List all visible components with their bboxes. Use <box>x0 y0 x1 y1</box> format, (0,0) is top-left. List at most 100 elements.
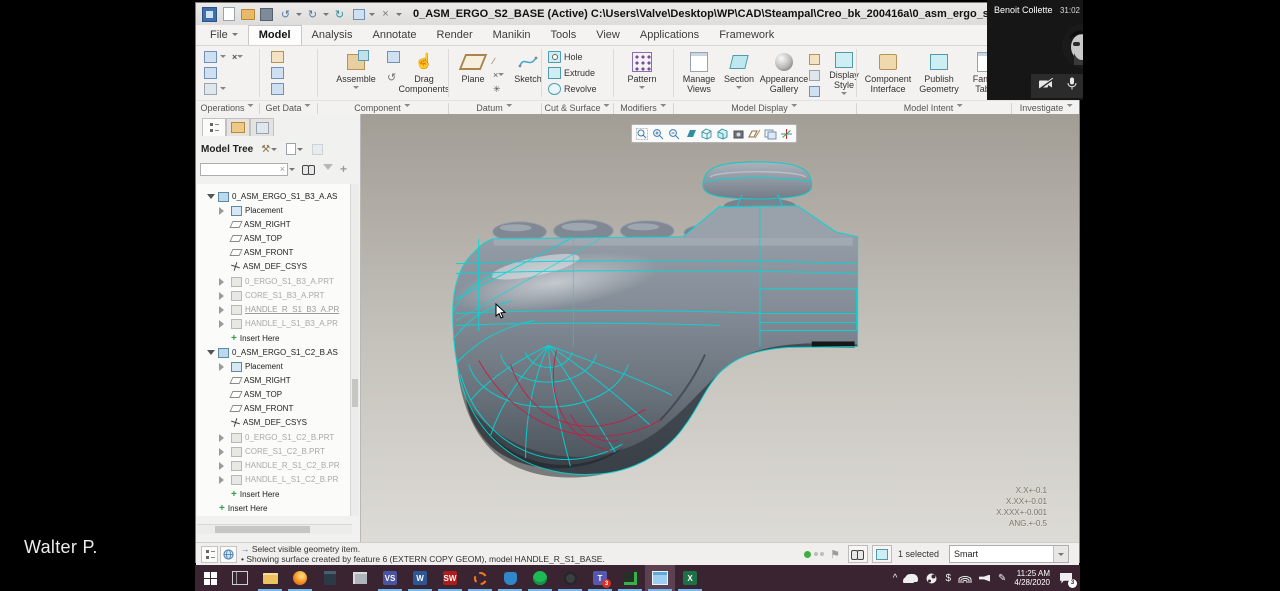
tab-applications[interactable]: Applications <box>630 26 709 45</box>
recorder-taskbar-icon[interactable] <box>555 565 585 591</box>
group-modifiers[interactable]: Modifiers <box>620 103 666 113</box>
extrude-button[interactable]: Extrude <box>548 66 595 80</box>
drag-components-button[interactable]: ☝ Drag Components <box>399 48 449 98</box>
tree-node[interactable]: ASM_FRONT <box>231 402 352 415</box>
open-file-icon[interactable] <box>240 7 255 22</box>
tree-horizontal-scrollbar[interactable] <box>197 524 352 534</box>
group-datum[interactable]: Datum <box>476 103 512 113</box>
display-style-button[interactable]: Display Style <box>822 48 866 98</box>
tree-search-input[interactable]: × <box>200 163 288 176</box>
select-box-button[interactable] <box>872 545 892 563</box>
redo-icon[interactable]: ↻ <box>305 7 320 22</box>
tree-tab-model[interactable] <box>202 118 226 136</box>
teams-taskbar-icon[interactable]: T3 <box>585 565 615 591</box>
tree-node[interactable]: HANDLE_L_S1_B3_A.PR <box>219 317 352 330</box>
zoom-region-button[interactable] <box>634 127 650 141</box>
browser-button[interactable] <box>220 546 237 563</box>
reorient-button[interactable] <box>682 127 698 141</box>
zoom-in-button[interactable] <box>650 127 666 141</box>
creo-taskbar-icon[interactable] <box>615 565 645 591</box>
participant-video-card[interactable]: Benoit Collette 31:02 <box>987 0 1083 100</box>
pen-tray-icon[interactable]: ✎ <box>998 573 1006 584</box>
copy-geometry-button[interactable] <box>271 82 287 96</box>
paste-button[interactable] <box>204 82 226 96</box>
tab-model[interactable]: Model <box>248 25 302 45</box>
volume-tray-icon[interactable] <box>979 575 990 582</box>
spotify-taskbar-icon[interactable] <box>525 565 555 591</box>
tree-node-hovered[interactable]: HANDLE_R_S1_B3_A.PR <box>219 303 352 316</box>
window-caret[interactable] <box>369 13 375 19</box>
selection-filter-dropdown[interactable]: Smart <box>949 545 1069 563</box>
task-view-button[interactable] <box>225 565 255 591</box>
tab-analysis[interactable]: Analysis <box>302 26 363 45</box>
saved-views-button[interactable] <box>698 127 714 141</box>
steam-tray-icon[interactable] <box>926 573 937 584</box>
sync-app-taskbar-icon[interactable] <box>465 565 495 591</box>
tab-view[interactable]: View <box>586 26 630 45</box>
regenerate-icon[interactable]: ↻ <box>332 7 347 22</box>
group-cut-surface[interactable]: Cut & Surface <box>544 103 609 113</box>
tab-annotate[interactable]: Annotate <box>362 26 426 45</box>
undo-caret[interactable] <box>296 13 302 19</box>
display-style-toggle-button[interactable] <box>730 127 746 141</box>
graphics-viewport[interactable]: X.X+-0.1 X.XX+-0.01 X.XXX+-0.001 ANG.+-0… <box>361 114 1079 542</box>
group-component[interactable]: Component <box>354 103 410 113</box>
undo-icon[interactable]: ↺ <box>278 7 293 22</box>
action-center-button[interactable]: 3 <box>1060 573 1072 584</box>
camera-off-icon[interactable] <box>1038 77 1054 95</box>
assemble-button[interactable]: Assemble <box>326 48 386 98</box>
tree-node[interactable]: 0_ERGO_S1_B3_A.PRT <box>219 275 352 288</box>
new-file-icon[interactable] <box>221 7 236 22</box>
view-normal-button[interactable] <box>714 127 730 141</box>
tree-insert-here[interactable]: +Insert Here <box>231 488 352 501</box>
calculator-taskbar-icon[interactable] <box>315 565 345 591</box>
tree-node-assembly-1[interactable]: 0_ASM_ERGO_S1_B3_A.AS <box>207 190 352 203</box>
visual-studio-taskbar-icon[interactable]: VS <box>375 565 405 591</box>
tree-filters-button[interactable]: ⚒ <box>261 144 278 155</box>
solidworks-taskbar-icon[interactable]: SW <box>435 565 465 591</box>
tree-insert-here[interactable]: +Insert Here <box>231 332 352 345</box>
component-interface-button[interactable]: Component Interface <box>861 48 915 98</box>
hole-button[interactable]: Hole <box>548 50 583 64</box>
filter-icon[interactable] <box>323 164 333 175</box>
group-model-intent[interactable]: Model Intent <box>904 103 963 113</box>
qat-customize-caret[interactable] <box>396 13 402 19</box>
tree-node[interactable]: ASM_DEF_CSYS <box>231 416 352 429</box>
appearance-gallery-button[interactable]: Appearance Gallery <box>756 48 812 98</box>
toggle-tree-button[interactable] <box>201 546 218 563</box>
csys-button[interactable]: ✳ <box>493 82 501 96</box>
sketch-button[interactable]: Sketch <box>508 48 548 98</box>
render-scene-button[interactable] <box>809 84 823 98</box>
tab-file[interactable]: File <box>200 26 248 45</box>
find-icon[interactable] <box>302 165 315 174</box>
tree-node[interactable]: ASM_TOP <box>231 232 352 245</box>
file-explorer-taskbar-icon[interactable] <box>255 565 285 591</box>
onedrive-tray-icon[interactable] <box>905 574 918 582</box>
search-options-caret[interactable] <box>289 168 295 174</box>
tree-tab-folders[interactable] <box>226 118 250 136</box>
photos-taskbar-icon[interactable] <box>345 565 375 591</box>
tree-select-button[interactable] <box>312 144 323 155</box>
get-data-button[interactable] <box>271 66 287 80</box>
selection-filter-caret[interactable] <box>1053 546 1068 562</box>
group-operations[interactable]: Operations <box>200 103 253 113</box>
import-button[interactable] <box>271 50 287 64</box>
save-icon[interactable] <box>259 7 274 22</box>
tree-insert-here-root[interactable]: +Insert Here <box>219 502 352 515</box>
excel-taskbar-icon[interactable]: X <box>675 565 705 591</box>
find-tool-button[interactable] <box>848 545 868 563</box>
zoom-out-button[interactable] <box>666 127 682 141</box>
spin-center-button[interactable] <box>778 127 794 141</box>
tab-manikin[interactable]: Manikin <box>483 26 541 45</box>
shield-app-taskbar-icon[interactable] <box>495 565 525 591</box>
tree-node[interactable]: ASM_DEF_CSYS <box>231 260 352 273</box>
tree-node[interactable]: ASM_RIGHT <box>231 218 352 231</box>
clear-search-icon[interactable]: × <box>280 164 285 174</box>
wifi-tray-icon[interactable] <box>959 574 971 583</box>
pattern-button[interactable]: Pattern <box>619 48 665 98</box>
firefox-taskbar-icon[interactable] <box>285 565 315 591</box>
tab-framework[interactable]: Framework <box>709 26 784 45</box>
tree-node-assembly-2[interactable]: 0_ASM_ERGO_S1_C2_B.AS <box>207 346 352 359</box>
manage-views-button[interactable]: Manage Views <box>676 48 722 98</box>
tree-node[interactable]: ASM_FRONT <box>231 246 352 259</box>
